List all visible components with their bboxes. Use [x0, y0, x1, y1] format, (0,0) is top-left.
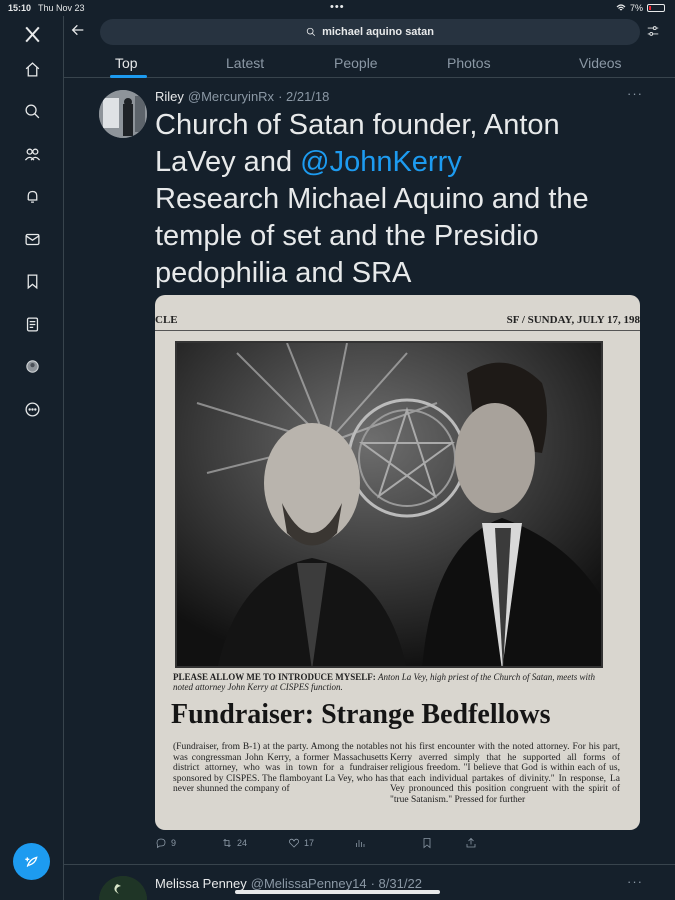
bookmark-button[interactable]: [421, 837, 433, 849]
arrow-left-icon: [71, 24, 84, 36]
bookmarks-icon[interactable]: [20, 269, 44, 293]
heart-icon: [288, 838, 300, 848]
search-icon[interactable]: [20, 99, 44, 123]
author-handle[interactable]: @MercuryinRx: [188, 89, 274, 104]
share-icon: [466, 837, 476, 848]
tweet-date[interactable]: · 2/21/18: [278, 89, 329, 104]
retweet-icon: [223, 838, 231, 848]
newspaper-header: CLE SF / SUNDAY, JULY 17, 198: [155, 311, 640, 331]
battery-percent: 7%: [629, 3, 643, 13]
communities-icon[interactable]: [20, 142, 44, 166]
article-column-left: (Fundraiser, from B-1) at the party. Amo…: [173, 742, 388, 795]
wifi-icon: [616, 4, 626, 11]
lists-icon[interactable]: [20, 312, 44, 336]
tab-people[interactable]: People: [334, 55, 378, 71]
more-options-icon[interactable]: [20, 397, 44, 421]
status-bar: 15:10 Thu Nov 23 ••• 7%: [0, 0, 675, 16]
tweet-actions: 9 24 17: [155, 837, 640, 855]
tweet-text-part-2: Research Michael Aquino and the temple o…: [155, 183, 589, 289]
author-name[interactable]: Riley: [155, 89, 184, 104]
newspaper-headline: Fundraiser: Strange Bedfellows: [171, 699, 551, 730]
multitask-dots[interactable]: •••: [330, 1, 345, 13]
active-tab-indicator: [110, 75, 147, 78]
tab-photos[interactable]: Photos: [447, 55, 491, 71]
status-time: 15:10: [8, 3, 32, 13]
reply-button[interactable]: 9: [155, 837, 176, 849]
tweet-more-button[interactable]: ···: [627, 86, 643, 101]
notifications-icon[interactable]: [20, 184, 44, 208]
divider: [155, 330, 640, 331]
newspaper-section: CLE: [155, 314, 178, 326]
home-indicator[interactable]: [235, 890, 440, 894]
sliders-icon: [647, 26, 659, 36]
messages-icon[interactable]: [20, 227, 44, 251]
newspaper-photo: [175, 341, 603, 668]
battery-icon: [647, 4, 665, 12]
tab-top[interactable]: Top: [115, 55, 138, 71]
sidebar: [0, 16, 64, 900]
status-date: Thu Nov 23: [38, 3, 85, 13]
reply-count: 9: [171, 838, 177, 848]
search-icon: [306, 27, 316, 37]
tweet-media-image[interactable]: CLE SF / SUNDAY, JULY 17, 198 PLEASE ALL…: [155, 295, 640, 830]
avatar[interactable]: [99, 876, 147, 900]
avatar[interactable]: [99, 90, 147, 138]
views-button[interactable]: [354, 837, 370, 849]
analytics-icon: [356, 840, 365, 847]
tweet-more-button[interactable]: ···: [627, 874, 643, 889]
article-column-right: not his first encounter with the noted a…: [390, 742, 620, 805]
newspaper-dateline: SF / SUNDAY, JULY 17, 198: [506, 314, 640, 326]
photo-caption: PLEASE ALLOW ME TO INTRODUCE MYSELF: Ant…: [173, 672, 613, 692]
author-name[interactable]: Melissa Penney: [155, 876, 247, 891]
search-filter-button[interactable]: [646, 24, 662, 40]
author-handle[interactable]: @MelissaPenney14: [251, 876, 367, 891]
search-query: michael aquino satan: [322, 26, 434, 38]
compose-button[interactable]: [13, 843, 50, 880]
like-count: 17: [304, 838, 315, 848]
retweet-count: 24: [237, 838, 248, 848]
x-logo-icon[interactable]: [20, 22, 44, 46]
search-input[interactable]: michael aquino satan: [100, 19, 640, 45]
tweet-header: Melissa Penney @MelissaPenney14 · 8/31/2…: [155, 876, 422, 891]
tweet-divider: [64, 864, 675, 865]
retweet-button[interactable]: 24: [221, 837, 247, 849]
search-tabs: Top Latest People Photos Videos: [64, 48, 675, 78]
status-indicators: 7%: [616, 3, 665, 13]
back-button[interactable]: [70, 22, 90, 42]
share-button[interactable]: [465, 837, 477, 849]
profile-avatar-icon[interactable]: [20, 354, 44, 378]
caption-lead: PLEASE ALLOW ME TO INTRODUCE MYSELF:: [173, 672, 376, 682]
tab-videos[interactable]: Videos: [579, 55, 622, 71]
reply-icon: [156, 838, 166, 849]
tab-latest[interactable]: Latest: [226, 55, 264, 71]
feather-plus-icon: [24, 855, 38, 867]
tweet-header: Riley @MercuryinRx · 2/21/18: [155, 89, 329, 104]
tweet-date[interactable]: · 8/31/22: [371, 876, 422, 891]
like-button[interactable]: 17: [288, 837, 314, 849]
bookmark-icon: [423, 838, 431, 849]
mention-link[interactable]: @JohnKerry: [300, 146, 462, 178]
tweet-text: Church of Satan founder, Anton LaVey and…: [155, 107, 630, 292]
home-icon[interactable]: [20, 57, 44, 81]
